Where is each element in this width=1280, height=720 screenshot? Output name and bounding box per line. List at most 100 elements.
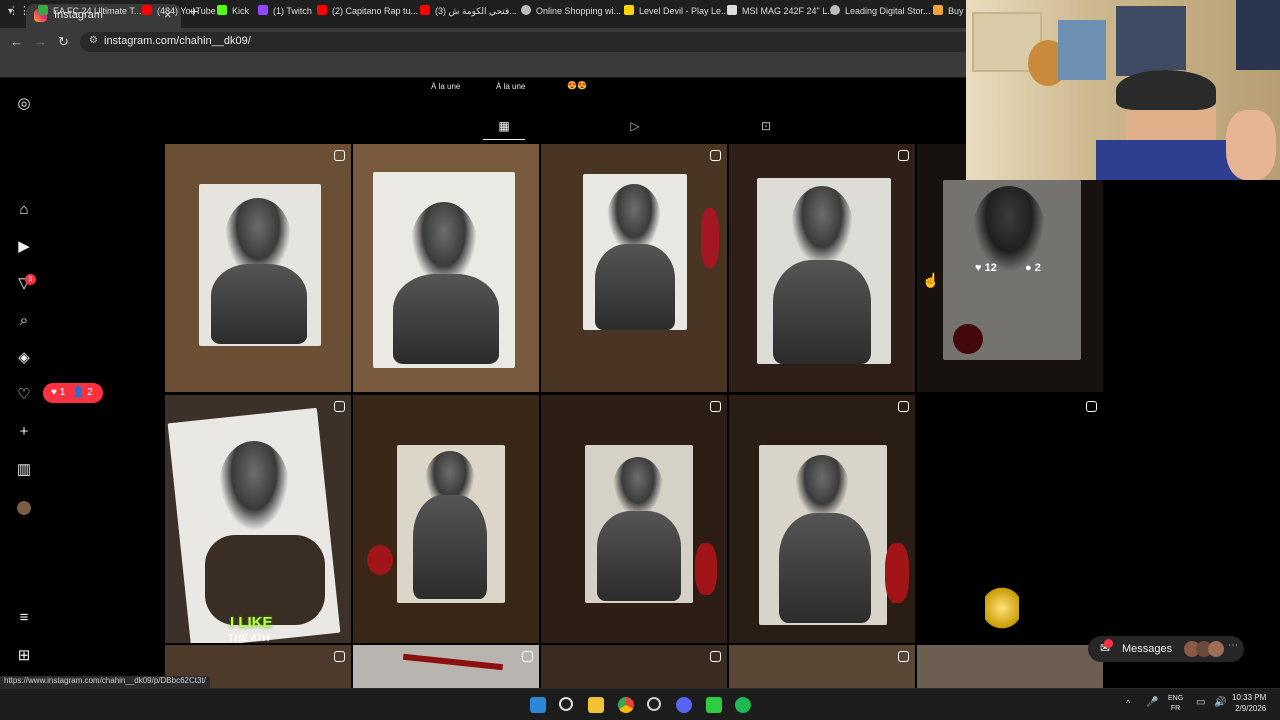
post-thumbnail[interactable] <box>917 395 1103 643</box>
bookmark-label: (1) Twitch <box>273 6 312 16</box>
bookmark-leading-digital[interactable]: Leading Digital Stor... <box>830 5 931 16</box>
create-icon[interactable]: + <box>14 422 34 442</box>
bookmark-level-devil[interactable]: Level Devil - Play Le... <box>624 5 729 16</box>
highlight-label[interactable]: 😍😍 <box>567 81 587 90</box>
status-url: https://www.instagram.com/chahin__dk09/p… <box>0 676 210 688</box>
url-text: instagram.com/chahin__dk09/ <box>104 35 251 47</box>
network-icon[interactable]: ▭ <box>1196 697 1205 708</box>
search-icon[interactable] <box>559 697 573 711</box>
threads-icon[interactable]: ⊞ <box>14 646 34 666</box>
bookmark-arabic[interactable]: (3) فتحي الكومة ش... <box>420 5 517 17</box>
lang-primary: ENG <box>1168 695 1184 702</box>
discord-icon[interactable] <box>676 697 692 713</box>
avatar <box>1208 641 1224 657</box>
likes-count: 1 <box>59 387 66 398</box>
poster <box>1116 6 1186 76</box>
post-thumbnail[interactable] <box>541 395 727 643</box>
posts-grid-icon[interactable]: ▦ <box>496 119 512 135</box>
post-thumbnail[interactable] <box>165 144 351 392</box>
post-thumbnail[interactable] <box>541 144 727 392</box>
hand <box>1226 110 1276 180</box>
youtube-icon <box>317 5 327 15</box>
file-explorer-icon[interactable] <box>588 697 604 713</box>
kick-icon <box>217 5 227 15</box>
reload-icon[interactable]: ↻ <box>58 34 69 50</box>
post-thumbnail[interactable] <box>353 645 539 688</box>
back-icon[interactable]: ← <box>10 34 23 49</box>
chevron-up-icon[interactable]: ^ <box>1126 698 1130 708</box>
active-tab-indicator <box>483 139 525 140</box>
carousel-icon <box>898 150 909 161</box>
carousel-icon <box>710 651 721 662</box>
bookmark-icon <box>933 5 943 15</box>
address-bar[interactable]: ⚙ instagram.com/chahin__dk09/ <box>80 32 980 52</box>
post-hover-overlay[interactable] <box>916 144 1104 392</box>
post-thumbnail[interactable] <box>729 645 915 688</box>
microphone-icon[interactable]: 🎤 <box>1146 697 1158 708</box>
youtube-icon <box>142 5 152 15</box>
poster <box>1058 20 1106 80</box>
bookmark-msi[interactable]: MSI MAG 242F 24" L... <box>727 5 835 16</box>
heart-icon[interactable]: ♡ <box>14 385 34 405</box>
site-info-icon[interactable]: ⚙ <box>89 35 98 46</box>
highlight-label[interactable]: À la une <box>496 82 525 91</box>
search-icon[interactable]: ⌕ <box>14 311 34 331</box>
post-thumbnail[interactable] <box>729 395 915 643</box>
cursor-icon: ☝ <box>922 272 940 288</box>
nav-badge: 5 <box>25 274 36 285</box>
system-clock[interactable]: 10:33 PM 2/9/2026 <box>1232 692 1266 714</box>
webcam-overlay <box>966 0 1280 180</box>
reel-icon <box>334 651 345 662</box>
video-caption-line2: THE 4TH <box>228 633 270 644</box>
apps-icon[interactable]: ⋮⋮ <box>8 4 30 17</box>
nvidia-icon[interactable] <box>706 697 722 713</box>
instagram-logo-icon[interactable]: ◎ <box>14 94 34 114</box>
bookmark-capitano[interactable]: (2) Capitano Rap tu... <box>317 5 418 16</box>
post-thumbnail[interactable] <box>353 395 539 643</box>
menu-icon[interactable]: ≡ <box>14 608 34 628</box>
insights-icon[interactable]: ▥ <box>14 460 34 480</box>
post-thumbnail[interactable] <box>165 395 351 643</box>
forward-icon[interactable]: → <box>34 34 47 49</box>
post-thumbnail[interactable] <box>541 645 727 688</box>
home-icon[interactable]: ⌂ <box>14 200 34 220</box>
bookmark-kick[interactable]: Kick <box>217 5 249 16</box>
twitch-icon <box>258 5 268 15</box>
messages-button[interactable]: ✉ Messages ⋯ <box>1088 636 1244 662</box>
bookmark-twitch[interactable]: (1) Twitch <box>258 5 312 16</box>
video-caption: I LIKE <box>230 614 273 631</box>
reels-icon[interactable]: ▶ <box>14 237 34 257</box>
chrome-icon[interactable] <box>618 697 634 713</box>
reels-tab-icon[interactable]: ▷ <box>627 119 643 135</box>
headphones-icon <box>1116 70 1216 110</box>
likes-count: 12 <box>984 262 997 274</box>
language-indicator[interactable]: ENG FR <box>1168 694 1183 714</box>
clock-time: 10:33 PM <box>1232 693 1267 702</box>
avatar[interactable] <box>14 498 34 518</box>
hover-comments: ● 2 <box>1025 262 1041 274</box>
youtube-icon <box>420 5 430 15</box>
post-thumbnail[interactable] <box>729 144 915 392</box>
poster <box>1236 0 1280 70</box>
tagged-tab-icon[interactable]: ⊡ <box>758 119 774 135</box>
carousel-icon <box>898 401 909 412</box>
spotify-icon[interactable] <box>735 697 751 713</box>
bookmark-online-shopping[interactable]: Online Shopping wi... <box>521 5 621 16</box>
messages-badge <box>1104 639 1113 648</box>
follows-count: 2 <box>87 387 93 398</box>
highlight-label[interactable]: À la une <box>431 82 460 91</box>
post-thumbnail[interactable] <box>917 645 1103 688</box>
bookmark-ea-fc[interactable]: EA FC 24 Ultimate T... <box>38 5 141 16</box>
bookmark-label: Leading Digital Stor... <box>845 6 931 16</box>
post-thumbnail[interactable] <box>353 144 539 392</box>
bookmark-label: Level Devil - Play Le... <box>639 6 729 16</box>
volume-icon[interactable]: 🔊 <box>1214 697 1226 708</box>
carousel-icon <box>710 150 721 161</box>
level-devil-icon <box>624 5 634 15</box>
explore-icon[interactable]: ◈ <box>14 348 34 368</box>
notifications-pill[interactable]: ♥ 1 👤 2 <box>43 383 103 403</box>
windows-start-icon[interactable] <box>530 697 546 713</box>
app-icon[interactable] <box>647 697 661 711</box>
person-icon: 👤 <box>72 387 85 398</box>
bookmark-youtube[interactable]: (484) YouTube <box>142 5 216 16</box>
